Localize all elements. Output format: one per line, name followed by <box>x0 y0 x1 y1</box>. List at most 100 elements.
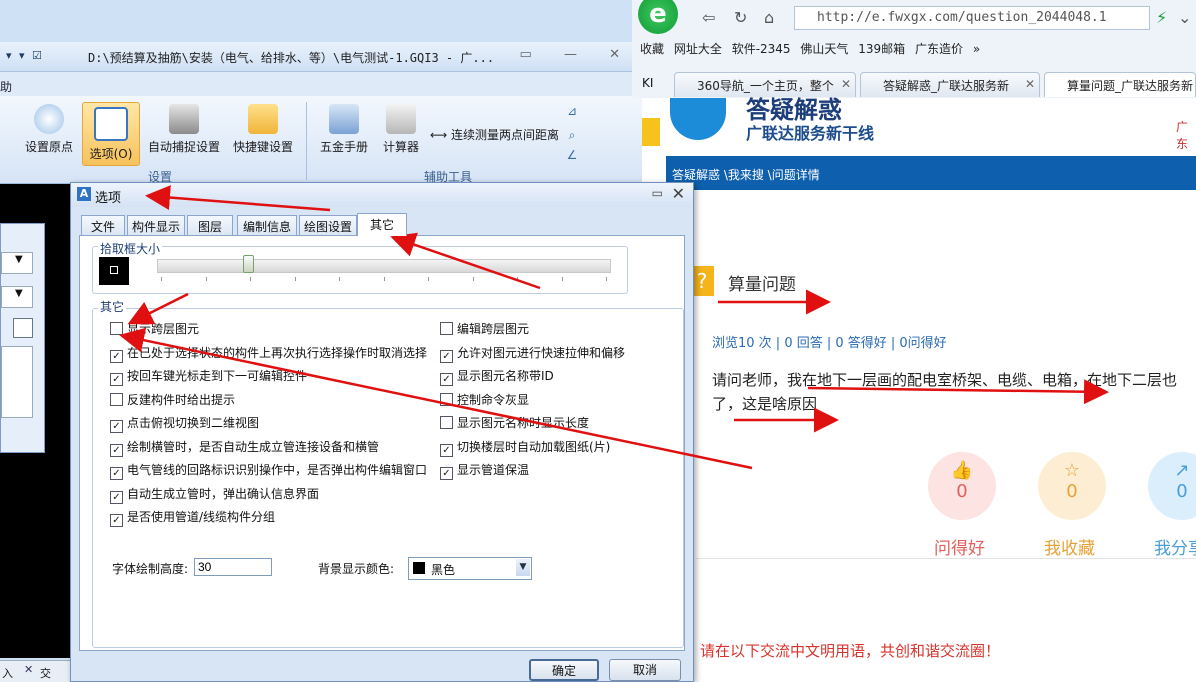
checkbox-checked[interactable]: ✓ <box>110 490 123 504</box>
auto-snap-button[interactable]: 自动捕捉设置 <box>144 104 224 155</box>
checkbox-unchecked[interactable] <box>440 416 453 429</box>
angle-icon[interactable]: ∠ <box>562 148 582 162</box>
bookmark-item[interactable]: 广东造价 <box>915 42 963 56</box>
checkbox-unchecked[interactable] <box>110 322 123 335</box>
close-icon[interactable]: ✕ <box>672 184 685 203</box>
bookmark-item[interactable]: 软件-2345 <box>732 42 791 56</box>
cancel-button[interactable]: 取消 <box>609 659 681 681</box>
bookmark-favorites[interactable]: 收藏 <box>640 42 664 56</box>
browser-tab[interactable]: 答疑解惑_广联达服务新 ✕ <box>860 72 1040 97</box>
option-row[interactable]: 控制命令灰显 <box>440 391 529 408</box>
option-row[interactable]: ✓ 允许对图元进行快速拉伸和偏移 <box>440 344 625 363</box>
measure-distance-button[interactable]: ⟷ 连续测量两点间距离 <box>430 126 560 143</box>
ruler-icon[interactable]: ⊿ <box>562 104 582 118</box>
option-row[interactable]: ✓ 绘制横管时，是否自动生成立管连接设备和横管 <box>110 438 379 457</box>
tab-component-display[interactable]: 构件显示 <box>127 215 185 235</box>
tab-compile-info[interactable]: 编制信息 <box>237 215 297 235</box>
chevron-down-icon[interactable]: ⌄ <box>1178 8 1191 27</box>
star-icon: ☆ <box>1063 460 1081 481</box>
more-bookmarks-icon[interactable]: » <box>973 42 980 56</box>
ok-button[interactable]: 确定 <box>529 659 599 681</box>
app-window-controls[interactable]: ▭ — ✕ <box>520 47 634 62</box>
lightning-icon[interactable]: ⚡ <box>1156 8 1167 27</box>
checkbox-checked[interactable]: ✓ <box>440 349 453 363</box>
option-label: 反建构件时给出提示 <box>127 392 236 407</box>
dialog-title: 选项 <box>95 191 122 206</box>
tab-layers[interactable]: 图层 <box>187 215 233 235</box>
question-title: 算量问题 <box>728 275 796 295</box>
bookmark-item[interactable]: 网址大全 <box>674 42 722 56</box>
panel-edit-icon[interactable] <box>13 318 33 338</box>
tab-drawing-settings[interactable]: 绘图设置 <box>299 215 357 235</box>
checkbox-checked[interactable]: ✓ <box>110 467 123 480</box>
option-row[interactable]: ✓ 显示管道保温 <box>440 461 529 480</box>
checkbox-unchecked[interactable] <box>440 392 453 406</box>
option-row[interactable]: ✓ 电气管线的回路标识识别操作中，是否弹出构件编辑窗口 <box>110 461 427 480</box>
checkbox-checked[interactable]: ✓ <box>440 443 453 457</box>
option-row[interactable]: ✓ 自动生成立管时，弹出确认信息界面 <box>110 485 319 504</box>
option-row[interactable]: ✓ 是否使用管道/线缆构件分组 <box>110 508 275 527</box>
checkbox-checked[interactable]: ✓ <box>110 514 123 527</box>
share-button[interactable]: ↗ 0 <box>1148 452 1196 520</box>
checkbox-checked[interactable]: ✓ <box>440 373 453 386</box>
refresh-icon[interactable]: ↻ <box>734 8 747 27</box>
favorite-label: 我收藏 <box>1044 539 1095 559</box>
app-icon: A <box>77 187 91 201</box>
option-row[interactable]: ✓ 按回车键光标走到下一可编辑控件 <box>110 367 307 386</box>
option-row[interactable]: 编辑跨层图元 <box>440 320 529 337</box>
checkbox-checked[interactable]: ✓ <box>440 467 453 480</box>
slider-thumb[interactable] <box>243 255 255 273</box>
chevron-down-icon[interactable]: ▼ <box>516 559 530 576</box>
hardware-manual-button[interactable]: 五金手册 <box>316 104 372 155</box>
option-label: 显示跨层图元 <box>127 322 200 336</box>
slider-tick <box>517 277 518 281</box>
option-row[interactable]: 显示跨层图元 <box>110 320 199 337</box>
close-icon[interactable]: ✕ <box>841 77 851 91</box>
option-row[interactable]: 显示图元名称时显示长度 <box>440 414 589 431</box>
header-link-fragment[interactable]: 广东 <box>1176 118 1196 152</box>
bookmark-item[interactable]: 139邮箱 <box>858 42 905 56</box>
thumbs-up-icon: 👍 <box>950 460 974 481</box>
option-row[interactable]: ✓ 点击俯视切换到二维视图 <box>110 414 259 433</box>
close-icon[interactable]: ✕ <box>1025 77 1035 91</box>
favorite-button[interactable]: ☆ 0 <box>1038 452 1106 520</box>
checkbox-checked[interactable]: ✓ <box>110 420 123 433</box>
checkbox-unchecked[interactable] <box>440 322 453 335</box>
browser-tab-active[interactable]: 算量问题_广联达服务新 <box>1044 72 1196 97</box>
address-bar[interactable]: http://e.fwxgx.com/question_2044048.1 <box>794 6 1150 30</box>
checkbox-checked[interactable]: ✓ <box>110 373 123 386</box>
checkbox-checked[interactable]: ✓ <box>110 443 123 457</box>
options-dialog: A 选项 ▭ ✕ 文件 构件显示 图层 编制信息 绘图设置 其它 拾取框大小 其… <box>70 182 694 682</box>
chevron-down-icon: ▼ <box>15 288 23 299</box>
slider-tick <box>383 277 385 281</box>
option-row[interactable]: 反建构件时给出提示 <box>110 391 235 408</box>
like-question-button[interactable]: 👍 0 <box>928 452 996 520</box>
menu-item-help[interactable]: 助 <box>0 78 12 95</box>
pick-box-size-slider[interactable] <box>157 259 611 273</box>
maximize-icon[interactable]: ▭ <box>652 186 663 200</box>
font-height-input[interactable] <box>194 558 272 576</box>
set-origin-button[interactable]: 设置原点 <box>22 104 76 155</box>
option-label: 编辑跨层图元 <box>457 322 530 336</box>
option-row[interactable]: ✓ 显示图元名称带ID <box>440 367 554 386</box>
calculator-button[interactable]: 计算器 <box>378 104 424 155</box>
bookmark-item[interactable]: 佛山天气 <box>800 42 848 56</box>
bg-color-select[interactable]: 黑色 ▼ <box>408 557 532 580</box>
star-icon <box>642 118 660 146</box>
option-row[interactable]: ✓ 在已处于选择状态的构件上再次执行选择操作时取消选择 <box>110 344 427 363</box>
checkbox-checked[interactable]: ✓ <box>110 349 123 363</box>
option-row[interactable]: ✓ 切换楼层时自动加载图纸(片) <box>440 438 610 457</box>
option-label: 显示图元名称带ID <box>457 369 554 383</box>
zoom-icon[interactable]: ⌕ <box>562 128 582 143</box>
shortcuts-button[interactable]: 快捷键设置 <box>230 104 296 155</box>
tab-other[interactable]: 其它 <box>357 213 407 236</box>
font-height-label: 字体绘制高度: <box>112 562 189 576</box>
home-icon[interactable]: ⌂ <box>764 8 774 27</box>
quick-access-toolbar[interactable]: ▾ ▾ ☑ <box>6 49 44 62</box>
tab-file[interactable]: 文件 <box>81 215 125 235</box>
checkbox-unchecked[interactable] <box>110 392 123 406</box>
options-button[interactable]: 选项(O) <box>82 102 140 166</box>
back-icon[interactable]: ⇦ <box>702 8 715 27</box>
options-check-icon <box>94 107 128 141</box>
app-title-path: D:\预结算及抽筋\安装（电气、给排水、等）\电气测试-1.GQI3 - 广..… <box>88 51 495 65</box>
